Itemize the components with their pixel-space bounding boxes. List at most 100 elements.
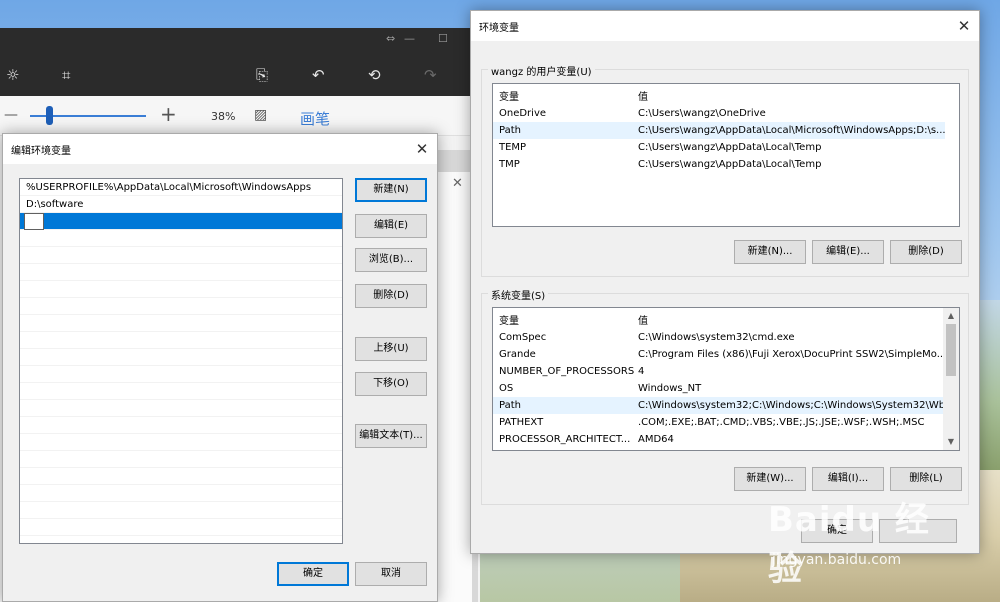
image-icon[interactable]: ▨ xyxy=(254,107,267,123)
delete-button[interactable]: 删除(D) xyxy=(355,284,427,308)
new-button[interactable]: 新建(N) xyxy=(355,178,427,202)
var-value: .COM;.EXE;.BAT;.CMD;.VBS;.VBE;.JS;.JSE;.… xyxy=(638,417,925,428)
empty-row xyxy=(20,366,342,383)
user-edit-button[interactable]: 编辑(E)... xyxy=(812,240,884,264)
column-header-variable[interactable]: 变量 xyxy=(499,88,519,103)
zoom-slider-thumb[interactable] xyxy=(46,106,53,125)
paste-icon[interactable]: ⎘ xyxy=(256,66,268,84)
scrollbar-thumb[interactable] xyxy=(946,324,956,376)
system-delete-button[interactable]: 删除(L) xyxy=(890,467,962,491)
empty-row xyxy=(20,383,342,400)
path-entry-text: %USERPROFILE%\AppData\Local\Microsoft\Wi… xyxy=(26,182,312,193)
move-up-button[interactable]: 上移(U) xyxy=(355,337,427,361)
empty-row xyxy=(20,519,342,536)
path-entry-new-editing[interactable] xyxy=(20,213,342,230)
empty-row xyxy=(20,298,342,315)
system-var-row[interactable]: PATHEXT .COM;.EXE;.BAT;.CMD;.VBS;.VBE;.J… xyxy=(493,414,945,431)
column-header-variable[interactable]: 变量 xyxy=(499,312,519,327)
restore-icon[interactable]: ⇔ xyxy=(386,32,395,45)
cancel-button[interactable]: 取消 xyxy=(355,562,427,586)
path-entry[interactable]: %USERPROFILE%\AppData\Local\Microsoft\Wi… xyxy=(20,179,342,196)
var-value: C:\Program Files (x86)\Fuji Xerox\DocuPr… xyxy=(638,349,947,360)
user-delete-button[interactable]: 删除(D) xyxy=(890,240,962,264)
empty-row xyxy=(20,434,342,451)
env-titlebar: 环境变量 ✕ xyxy=(471,11,979,41)
var-value: Windows_NT xyxy=(638,383,702,394)
empty-row xyxy=(20,349,342,366)
empty-row xyxy=(20,332,342,349)
path-entry-input[interactable] xyxy=(24,213,44,230)
column-header-value[interactable]: 值 xyxy=(638,88,648,103)
system-var-row[interactable]: OS Windows_NT xyxy=(493,380,945,397)
empty-row xyxy=(20,315,342,332)
list-header: 变量 值 xyxy=(493,308,959,327)
var-name: Grande xyxy=(499,349,536,360)
system-var-row-selected[interactable]: Path C:\Windows\system32;C:\Windows;C:\W… xyxy=(493,397,955,414)
empty-row xyxy=(20,230,342,247)
paint-toolbar: ⇔ — ☐ ☼ ⌗ ⎘ ↶ ⟲ ↷ xyxy=(0,28,480,96)
redo-icon[interactable]: ↷ xyxy=(424,66,437,84)
user-var-row-selected[interactable]: Path C:\Users\wangz\AppData\Local\Micros… xyxy=(493,122,946,139)
close-icon[interactable]: ✕ xyxy=(411,138,433,160)
history-icon[interactable]: ⟲ xyxy=(368,66,381,84)
system-new-button[interactable]: 新建(W)... xyxy=(734,467,806,491)
minimize-icon[interactable]: — xyxy=(404,32,415,45)
column-header-value[interactable]: 值 xyxy=(638,312,648,327)
user-new-button[interactable]: 新建(N)... xyxy=(734,240,806,264)
scroll-down-icon[interactable]: ▼ xyxy=(943,434,959,450)
browse-button[interactable]: 浏览(B)... xyxy=(355,248,427,272)
system-edit-button[interactable]: 编辑(I)... xyxy=(812,467,884,491)
user-variables-list[interactable]: 变量 值 OneDrive C:\Users\wangz\OneDrive Pa… xyxy=(492,83,960,227)
close-icon[interactable]: ✕ xyxy=(953,15,975,37)
var-value: 4 xyxy=(638,366,645,377)
user-var-row[interactable]: OneDrive C:\Users\wangz\OneDrive xyxy=(493,105,945,122)
scroll-up-icon[interactable]: ▲ xyxy=(943,308,959,324)
system-variables-list[interactable]: 变量 值 ComSpec C:\Windows\system32\cmd.exe… xyxy=(492,307,960,451)
zoom-bar: — + 38% ▨ 画笔 xyxy=(0,96,480,136)
undo-icon[interactable]: ↶ xyxy=(312,66,325,84)
path-entry[interactable]: D:\software xyxy=(20,196,342,213)
system-variables-group: 系统变量(S) 变量 值 ComSpec C:\Windows\system32… xyxy=(481,287,969,505)
system-var-row[interactable]: ComSpec C:\Windows\system32\cmd.exe xyxy=(493,329,945,346)
ok-button[interactable]: 确定 xyxy=(277,562,349,586)
zoom-in-icon[interactable]: + xyxy=(160,102,177,126)
system-var-row[interactable]: NUMBER_OF_PROCESSORS 4 xyxy=(493,363,945,380)
edit-titlebar: 编辑环境变量 ✕ xyxy=(3,134,437,164)
baidu-watermark-logo: Baidu 经验 jingyan.baidu.com xyxy=(768,492,958,589)
var-name: ComSpec xyxy=(499,332,547,343)
background-dialog-edge xyxy=(436,172,472,602)
system-var-row[interactable]: PROCESSOR_ARCHITECT... AMD64 xyxy=(493,431,945,448)
brightness-icon[interactable]: ☼ xyxy=(6,66,19,84)
var-name: OneDrive xyxy=(499,108,547,119)
empty-row xyxy=(20,502,342,519)
edit-text-button[interactable]: 编辑文本(T)... xyxy=(355,424,427,448)
var-name: Path xyxy=(499,125,521,136)
zoom-out-icon[interactable]: — xyxy=(4,107,18,123)
var-value: C:\Users\wangz\AppData\Local\Temp xyxy=(638,159,822,170)
user-var-row[interactable]: TEMP C:\Users\wangz\AppData\Local\Temp xyxy=(493,139,945,156)
var-name: PATHEXT xyxy=(499,417,544,428)
maximize-icon[interactable]: ☐ xyxy=(438,32,448,45)
crop-icon[interactable]: ⌗ xyxy=(62,66,70,84)
empty-row xyxy=(20,485,342,502)
path-entries-list[interactable]: %USERPROFILE%\AppData\Local\Microsoft\Wi… xyxy=(19,178,343,544)
var-name: PROCESSOR_ARCHITECT... xyxy=(499,434,631,445)
var-value: AMD64 xyxy=(638,434,674,445)
list-header: 变量 值 xyxy=(493,84,959,103)
var-value: C:\Users\wangz\AppData\Local\Temp xyxy=(638,142,822,153)
system-var-row[interactable]: Grande C:\Program Files (x86)\Fuji Xerox… xyxy=(493,346,947,363)
background-dialog-close-icon[interactable]: ✕ xyxy=(452,176,463,191)
edit-environment-variable-dialog: 编辑环境变量 ✕ %USERPROFILE%\AppData\Local\Mic… xyxy=(2,133,438,602)
user-variables-group: wangz 的用户变量(U) 变量 值 OneDrive C:\Users\wa… xyxy=(481,63,969,277)
system-list-scrollbar[interactable]: ▲ ▼ xyxy=(943,308,959,450)
user-variables-label: wangz 的用户变量(U) xyxy=(488,63,595,78)
move-down-button[interactable]: 下移(O) xyxy=(355,372,427,396)
edit-button[interactable]: 编辑(E) xyxy=(355,214,427,238)
empty-row xyxy=(20,468,342,485)
environment-variables-window: 环境变量 ✕ wangz 的用户变量(U) 变量 值 OneDrive C:\U… xyxy=(470,10,980,554)
var-name: OS xyxy=(499,383,514,394)
empty-row xyxy=(20,281,342,298)
empty-row xyxy=(20,417,342,434)
user-var-row[interactable]: TMP C:\Users\wangz\AppData\Local\Temp xyxy=(493,156,945,173)
brush-label[interactable]: 画笔 xyxy=(300,108,330,129)
